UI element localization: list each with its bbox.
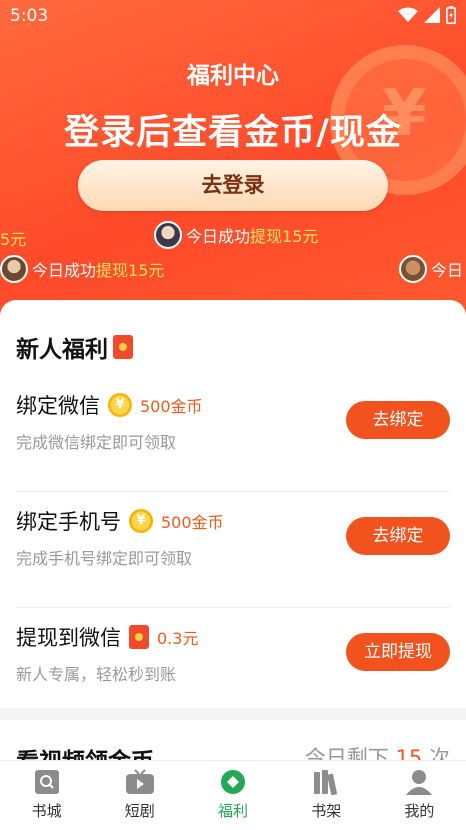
- task-description: 完成微信绑定即可领取: [16, 433, 177, 452]
- task-bind-phone: 绑定手机号 ¥ 500金币 完成手机号绑定即可领取 去绑定: [0, 492, 466, 608]
- hero-banner: 5:03 福利中心 登录后查看金币/现金 去登录 5元 今日成功提现15元 今日…: [0, 0, 466, 330]
- tab-profile[interactable]: 我的: [373, 761, 466, 830]
- withdraw-now-button[interactable]: 立即提现: [346, 633, 450, 671]
- tab-welfare[interactable]: 福利: [186, 761, 279, 830]
- tab-bookshelf[interactable]: 书架: [280, 761, 373, 830]
- gold-coin-icon: ¥: [108, 393, 132, 417]
- ticker-fragment: 5元: [0, 226, 26, 250]
- ticker-amount: 5元: [0, 230, 27, 249]
- profile-icon: [406, 770, 433, 795]
- ticker-amount: 15元: [128, 261, 165, 280]
- task-reward: 0.3元: [157, 629, 199, 648]
- avatar: [0, 255, 28, 283]
- battery-icon: [446, 6, 456, 24]
- tab-label: 我的: [404, 802, 435, 820]
- signal-icon: [424, 7, 440, 23]
- task-name: 绑定手机号: [16, 510, 121, 534]
- tab-label: 书城: [31, 802, 62, 820]
- tab-label: 福利: [218, 802, 249, 820]
- task-reward: 500金币: [161, 513, 224, 532]
- task-description: 新人专属，轻松秒到账: [16, 665, 177, 684]
- red-packet-icon: [113, 335, 133, 359]
- login-button[interactable]: 去登录: [78, 160, 388, 211]
- page-title: 福利中心: [187, 63, 279, 89]
- avatar: [154, 221, 182, 249]
- avatar: [399, 255, 427, 283]
- status-bar: 5:03: [0, 0, 466, 34]
- status-time: 5:03: [10, 6, 49, 26]
- tab-bookstore[interactable]: 书城: [0, 761, 93, 830]
- bookshelf-icon: [314, 770, 338, 795]
- tab-short-drama[interactable]: 短剧: [93, 761, 186, 830]
- bind-wechat-button[interactable]: 去绑定: [346, 401, 450, 439]
- tab-label: 书架: [311, 802, 342, 820]
- task-name: 提现到微信: [16, 626, 121, 650]
- task-withdraw-wechat: 提现到微信 0.3元 新人专属，轻松秒到账 立即提现: [0, 608, 466, 724]
- task-description: 完成手机号绑定即可领取: [16, 549, 193, 568]
- welfare-diamond-icon: [221, 770, 245, 794]
- section-title-text: 新人福利: [16, 337, 108, 363]
- ticker-prefix: 今日成功: [186, 227, 251, 246]
- tab-label: 短剧: [124, 802, 155, 820]
- section-gap: [0, 708, 466, 720]
- gold-coin-icon: ¥: [129, 509, 153, 533]
- bookstore-search-icon: [34, 770, 59, 794]
- ticker-item: 今日成功 提现 15元: [0, 255, 164, 283]
- ticker-highlight: 提现: [250, 227, 283, 246]
- ticker-item: 今日: [399, 255, 463, 283]
- task-reward: 500金币: [140, 397, 203, 416]
- task-bind-wechat: 绑定微信 ¥ 500金币 完成微信绑定即可领取 去绑定: [0, 376, 466, 492]
- wifi-icon: [398, 7, 418, 22]
- task-name-row: 提现到微信 0.3元: [16, 622, 198, 652]
- ticker-prefix: 今日成功: [32, 261, 97, 280]
- red-packet-icon: [129, 625, 149, 649]
- ticker-item: 今日成功 提现 15元: [154, 221, 318, 249]
- task-name: 绑定微信: [16, 394, 100, 418]
- login-prompt: 登录后查看金币/现金: [64, 113, 402, 153]
- ticker-prefix: 今日: [431, 261, 464, 280]
- task-name-row: 绑定微信 ¥ 500金币: [16, 390, 203, 420]
- newbie-benefits-card: 新人福利 绑定微信 ¥ 500金币 完成微信绑定即可领取 去绑定 绑定手机号 ¥…: [0, 300, 466, 708]
- tv-play-icon: [125, 769, 154, 794]
- section-title: 新人福利: [16, 330, 133, 364]
- ticker-amount: 15元: [282, 227, 319, 246]
- task-name-row: 绑定手机号 ¥ 500金币: [16, 506, 224, 536]
- ticker-highlight: 提现: [96, 261, 129, 280]
- bottom-tab-bar: 书城 短剧 福利 书架 我的: [0, 760, 466, 830]
- status-icons: [398, 6, 456, 24]
- bind-phone-button[interactable]: 去绑定: [346, 517, 450, 555]
